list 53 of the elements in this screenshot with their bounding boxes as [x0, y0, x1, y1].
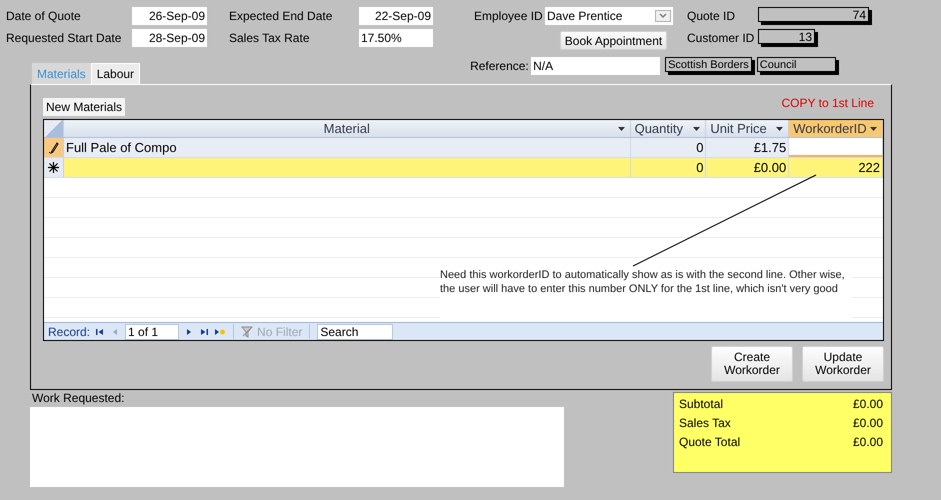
total-value: £0.00 — [852, 416, 883, 430]
last-record-icon[interactable] — [199, 326, 210, 336]
quote-id-field: 74 — [758, 7, 869, 22]
column-header[interactable]: WorkorderID — [789, 120, 883, 137]
record-position-field[interactable]: 1 of 1 — [125, 324, 180, 340]
search-field[interactable]: Search — [317, 324, 394, 340]
table-cell: 222 — [789, 158, 883, 177]
employee-dropdown[interactable]: Dave Prentice — [545, 7, 673, 25]
table-cell: 0 — [630, 138, 706, 157]
reference-field[interactable]: N/A — [531, 57, 660, 75]
text-field[interactable]: 26-Sep-09 — [132, 7, 207, 25]
workorder-button[interactable]: Update Workorder — [802, 346, 884, 382]
table-row[interactable]: Full Pale of Compo 0 £1.75 — [44, 138, 883, 158]
customer-name-field: Council — [756, 57, 836, 72]
dropdown-arrow-icon — [776, 127, 784, 131]
book-appointment-button[interactable]: Book Appointment — [560, 31, 667, 50]
text-field[interactable]: 22-Sep-09 — [359, 7, 433, 25]
field-label: Employee ID — [474, 8, 544, 25]
total-value: £0.00 — [852, 435, 883, 449]
tab[interactable]: Labour — [90, 63, 140, 84]
total-value: £0.00 — [852, 397, 883, 411]
total-label: Quote Total — [679, 435, 740, 449]
total-label: Subtotal — [679, 397, 724, 411]
new-record-icon[interactable] — [214, 326, 226, 336]
field-label: Reference: — [470, 58, 530, 75]
field-label: Customer ID — [687, 30, 756, 47]
total-label: Sales Tax — [679, 416, 731, 430]
field-label: Work Requested: — [32, 390, 126, 406]
new-materials-button[interactable]: New Materials — [43, 98, 126, 116]
table-row[interactable]: 0 £0.00 222 — [44, 158, 883, 178]
funnel-icon — [241, 326, 254, 338]
text-field[interactable]: 28-Sep-09 — [132, 29, 207, 47]
table-cell: £0.00 — [706, 158, 790, 177]
workorder-button[interactable]: Create Workorder — [711, 346, 793, 382]
first-record-icon[interactable] — [95, 326, 106, 336]
column-header[interactable]: Material — [64, 120, 631, 137]
table-cell: Full Pale of Compo — [64, 138, 631, 157]
column-header[interactable]: Quantity — [630, 120, 706, 137]
field-label: Sales Tax Rate — [229, 30, 310, 47]
dropdown-arrow-icon — [618, 127, 625, 131]
text-field[interactable]: 17.50% — [359, 29, 433, 47]
customer-name-field: Scottish Borders — [665, 57, 752, 72]
table-cell: 0 — [630, 158, 706, 177]
field-label: Expected End Date — [229, 8, 334, 25]
note-text: Need this workorderID to automatically show as is with the second line. Other wise, the user will have to enter this number ONLY for the 1st line, which isn't very good — [440, 268, 852, 318]
dropdown-arrow-icon — [870, 127, 877, 131]
field-label: Requested Start Date — [6, 30, 122, 47]
field-label: Quote ID — [687, 8, 736, 25]
field-label: Date of Quote — [6, 8, 82, 25]
dropdown-arrow-icon — [693, 127, 700, 131]
customer-id-field: 13 — [758, 29, 815, 44]
work-requested-field[interactable] — [30, 407, 564, 487]
record-label: Record: — [48, 324, 90, 338]
